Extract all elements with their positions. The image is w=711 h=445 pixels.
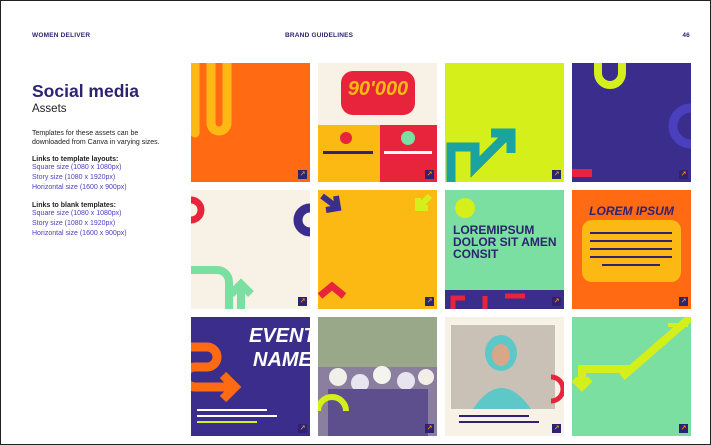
canva-icon: ↗ [425,424,434,433]
canva-icon: ↗ [552,424,561,433]
canva-icon: ↗ [679,424,688,433]
group-photo [318,317,437,436]
template-tile-4[interactable]: ↗ [572,63,691,182]
template-tile-5[interactable]: ↗ [191,190,310,309]
template-tile-8[interactable]: LOREM IPSUM ↗ [572,190,691,309]
canva-icon: ↗ [552,170,561,179]
canva-icon: ↗ [298,424,307,433]
canva-icon: ↗ [552,297,561,306]
section-subtitle: Assets [32,103,67,115]
template-tile-1[interactable]: ↗ [191,63,310,182]
navy-rings-graphic [572,63,691,177]
stat-icons [323,131,432,154]
teal-arrow-graphic [446,128,516,182]
template-tile-3[interactable]: ↗ [445,63,564,182]
blank-link-horizontal[interactable]: Horizontal size (1600 x 900px) [32,229,167,239]
template-tile-9[interactable]: EVENT NAME ↗ [191,317,310,436]
green-arrow-graphic [572,317,691,392]
sidebar: Social media Assets Templates for these … [32,81,167,239]
canva-icon: ↗ [679,170,688,179]
layout-link-horizontal[interactable]: Horizontal size (1600 x 900px) [32,183,167,193]
event-title-1: EVENT [249,325,310,347]
layout-link-story[interactable]: Story size (1080 x 1920px) [32,173,167,183]
layout-link-square[interactable]: Square size (1080 x 1080px) [32,163,167,173]
document-title: BRAND GUIDELINES [285,32,354,39]
template-tile-12[interactable]: ↗ [572,317,691,436]
template-tile-2[interactable]: 90'000 ↗ [318,63,437,182]
orange-loop-graphic [191,63,232,138]
canva-icon: ↗ [298,297,307,306]
tile-headline: LOREMIPSUM DOLOR SIT AMEN CONSIT [453,223,557,261]
template-tile-10[interactable]: ↗ [318,317,437,436]
yellow-arrows-graphic [318,193,433,299]
canva-icon: ↗ [679,297,688,306]
template-tile-11[interactable]: ↗ [445,317,564,436]
canva-icon: ↗ [298,170,307,179]
template-tile-6[interactable]: ↗ [318,190,437,309]
bubble-text-lines [590,232,672,266]
cream-shapes-graphic [191,196,310,309]
portrait-photo [451,325,564,423]
event-title-2: NAME [253,349,310,371]
canva-icon: ↗ [425,170,434,179]
blank-heading: Links to blank templates: [32,202,117,209]
brand-guidelines-page: WOMEN DELIVER BRAND GUIDELINES 46 Social… [0,0,711,445]
layouts-heading: Links to template layouts: [32,156,119,163]
section-description: Templates for these assets can be downlo… [32,130,160,146]
blank-link-square[interactable]: Square size (1080 x 1080px) [32,209,167,219]
org-name: WOMEN DELIVER [32,32,91,39]
blank-link-story[interactable]: Story size (1080 x 1920px) [32,219,167,229]
section-title: Social media [32,81,139,101]
page-number: 46 [682,32,690,39]
template-tile-7[interactable]: LOREMIPSUM DOLOR SIT AMEN CONSIT ↗ [445,190,564,309]
canva-icon: ↗ [425,297,434,306]
